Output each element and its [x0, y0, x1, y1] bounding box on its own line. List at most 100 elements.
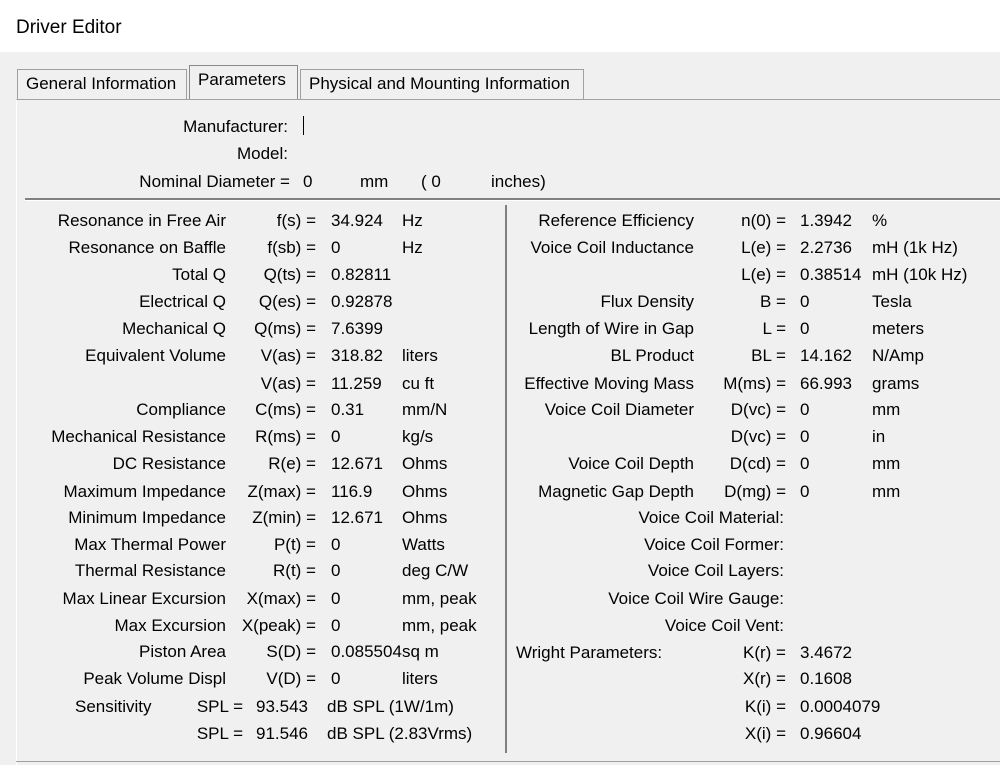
sensitivity-symbol: SPL =: [196, 724, 243, 743]
param-value-field[interactable]: 0: [331, 561, 397, 581]
param-symbol: Z(min) =: [252, 508, 316, 527]
param-unit: mm, peak: [402, 616, 477, 635]
param-value-field[interactable]: 0: [800, 400, 862, 420]
param-symbol: D(vc) =: [730, 427, 786, 446]
param-value-field[interactable]: 66.993: [800, 374, 862, 394]
nominal-diameter-in-unit: inches): [491, 172, 546, 191]
param-value-field[interactable]: 0: [800, 292, 862, 312]
wright-symbol: K(r) =: [743, 643, 786, 662]
param-unit: Hz: [402, 238, 423, 257]
param-value-field[interactable]: 0.82811: [331, 265, 397, 285]
param-symbol: BL =: [751, 346, 786, 365]
param-unit: mm, peak: [402, 589, 477, 608]
param-symbol: Q(ms) =: [254, 319, 316, 338]
param-value-field[interactable]: 0.38514: [800, 265, 862, 285]
param-name: Compliance: [136, 400, 226, 419]
param-name: Minimum Impedance: [68, 508, 226, 527]
title-bar: Driver Editor: [0, 0, 1000, 52]
param-value-field[interactable]: 12.671: [331, 508, 397, 528]
param-unit: liters: [402, 346, 438, 365]
param-unit: mm: [872, 400, 901, 419]
param-value-field[interactable]: 0: [331, 427, 397, 447]
wright-value-field[interactable]: 0.96604: [800, 724, 890, 744]
nominal-diameter-mm-input[interactable]: 0: [303, 172, 312, 192]
model-label: Model:: [236, 144, 288, 163]
param-name: Thermal Resistance: [74, 561, 226, 580]
param-unit: meters: [872, 319, 924, 338]
param-unit: kg/s: [402, 427, 434, 446]
param-value-field[interactable]: 0: [800, 319, 862, 339]
param-value-field[interactable]: 0.085504: [331, 642, 402, 662]
tab-general-information[interactable]: General Information: [17, 69, 187, 99]
param-symbol: B =: [760, 292, 786, 311]
param-name: Voice Coil Diameter: [544, 400, 694, 419]
window-title: Driver Editor: [16, 17, 122, 38]
param-value-field[interactable]: 1.3942: [800, 211, 862, 231]
wright-parameters-label: Wright Parameters:: [516, 643, 663, 662]
model-input[interactable]: [306, 144, 606, 164]
param-symbol: X(max) =: [246, 589, 316, 608]
param-value-field[interactable]: 7.6399: [331, 319, 397, 339]
param-value-field[interactable]: 0.31: [331, 400, 397, 420]
param-value-field[interactable]: 0: [331, 669, 397, 689]
param-symbol: C(ms) =: [255, 400, 316, 419]
param-unit: Ohms: [402, 454, 448, 473]
tab-physical-mounting[interactable]: Physical and Mounting Information: [300, 69, 584, 99]
wright-symbol: X(i) =: [744, 724, 786, 743]
param-value-field[interactable]: 0: [800, 454, 862, 474]
param-name: Length of Wire in Gap: [528, 319, 694, 338]
manufacturer-label: Manufacturer:: [183, 117, 288, 136]
param-value-field[interactable]: 14.162: [800, 346, 862, 366]
param-name: Piston Area: [139, 642, 226, 661]
manufacturer-input[interactable]: [306, 117, 606, 137]
wright-value-field[interactable]: 3.4672: [800, 643, 890, 663]
tab-label: General Information: [26, 74, 177, 93]
param-value-field[interactable]: 2.2736: [800, 238, 862, 258]
param-name: Peak Volume Displ: [83, 669, 226, 688]
param-name: Magnetic Gap Depth: [538, 482, 694, 501]
wright-value-field[interactable]: 0.1608: [800, 669, 890, 689]
param-unit: mH (10k Hz): [872, 265, 968, 284]
param-name: Resonance in Free Air: [57, 211, 226, 230]
nominal-diameter-mm-unit: mm: [360, 172, 389, 191]
sensitivity-value-field[interactable]: 91.546: [256, 724, 320, 744]
param-symbol: L(e) =: [741, 265, 786, 284]
param-name: Max Thermal Power: [74, 535, 226, 554]
param-symbol: D(cd) =: [729, 454, 786, 473]
param-value-field[interactable]: 0: [331, 238, 397, 258]
param-value-field[interactable]: 318.82: [331, 346, 397, 366]
param-symbol: X(peak) =: [241, 616, 316, 635]
voice-coil-field-label: Voice Coil Vent:: [664, 616, 784, 635]
param-value-field[interactable]: 116.9: [331, 482, 397, 502]
param-unit: Ohms: [402, 482, 448, 501]
param-name: Mechanical Q: [122, 319, 226, 338]
wright-value-field[interactable]: 0.0004079: [800, 697, 890, 717]
param-name: Mechanical Resistance: [51, 427, 226, 446]
param-value-field[interactable]: 0: [800, 482, 862, 502]
param-value-field[interactable]: 12.671: [331, 454, 397, 474]
sensitivity-symbol: SPL =: [196, 697, 243, 716]
tab-label: Parameters: [198, 70, 286, 89]
wright-symbol: X(r) =: [743, 669, 786, 688]
param-unit: N/Amp: [872, 346, 924, 365]
param-value-field[interactable]: 11.259: [331, 374, 397, 394]
param-unit: mm: [872, 454, 901, 473]
param-value-field[interactable]: 0.92878: [331, 292, 397, 312]
param-unit: liters: [402, 669, 438, 688]
param-symbol: Q(es) =: [258, 292, 316, 311]
param-value-field[interactable]: 34.924: [331, 211, 397, 231]
param-value-field[interactable]: 0: [331, 589, 397, 609]
param-value-field[interactable]: 0: [331, 616, 397, 636]
tab-label: Physical and Mounting Information: [309, 74, 570, 93]
voice-coil-field-label: Voice Coil Wire Gauge:: [608, 589, 784, 608]
param-unit: in: [872, 427, 886, 446]
param-value-field[interactable]: 0: [331, 535, 397, 555]
param-symbol: R(t) =: [273, 561, 316, 580]
param-value-field[interactable]: 0: [800, 427, 862, 447]
param-symbol: D(vc) =: [730, 400, 786, 419]
tab-parameters[interactable]: Parameters: [189, 65, 298, 99]
sensitivity-value-field[interactable]: 93.543: [256, 697, 320, 717]
param-name: Total Q: [172, 265, 226, 284]
nominal-diameter-in-value[interactable]: ( 0: [421, 172, 441, 192]
param-unit: Tesla: [872, 292, 912, 311]
